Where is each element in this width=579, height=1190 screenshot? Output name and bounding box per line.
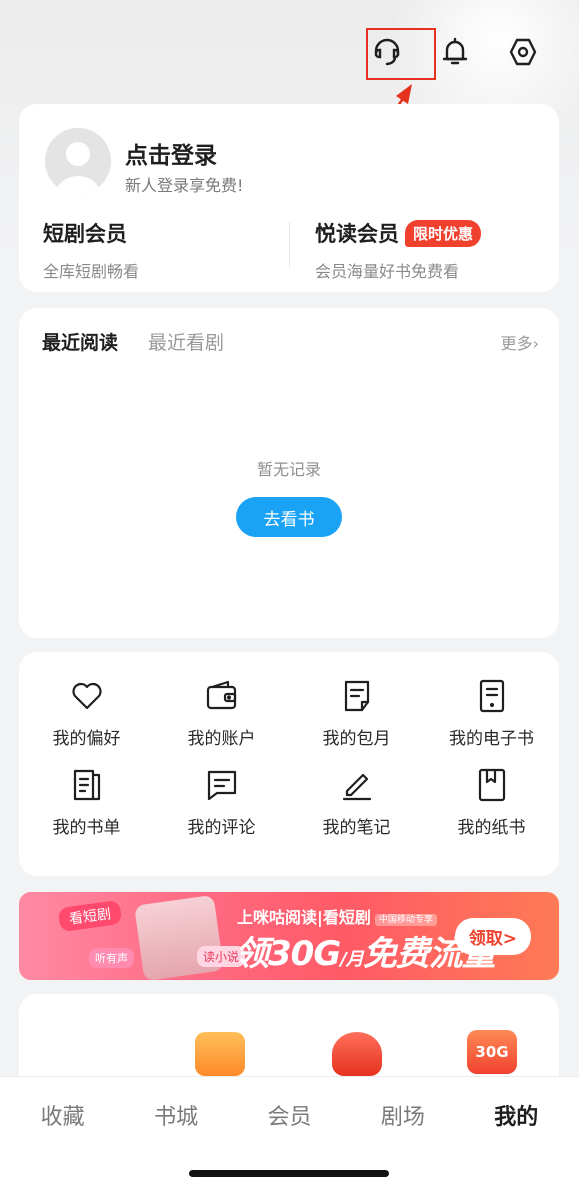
- heart-icon: [71, 682, 102, 710]
- grid-label: 我的电子书: [449, 729, 534, 749]
- banner-photo: [134, 894, 224, 980]
- chevron-right-icon: ›: [532, 334, 539, 353]
- home-indicator[interactable]: [189, 1170, 389, 1177]
- grid-item-comment[interactable]: 我的评论: [154, 767, 289, 838]
- grid-label: 我的书单: [52, 818, 121, 838]
- reading-vip-subtitle: 会员海量好书免费看: [315, 262, 460, 281]
- user-card: 点击登录 新人登录享免费! 短剧会员 全库短剧畅看 悦读会员 限时优惠 会员海量…: [19, 104, 559, 292]
- tab-recent-reading[interactable]: 最近阅读: [42, 328, 118, 355]
- banner-line1-small: 中国移动专享: [374, 914, 437, 926]
- ebook-icon: [479, 679, 504, 713]
- annotation-highlight-box: [366, 28, 436, 80]
- booklist-icon: [73, 769, 100, 801]
- more-link-label: 更多: [500, 334, 533, 353]
- subscription-icon: [344, 680, 369, 712]
- login-title[interactable]: 点击登录: [125, 136, 217, 170]
- tab-membership[interactable]: 会员: [234, 1099, 344, 1131]
- paper-book-icon: [478, 768, 505, 802]
- grid-item-account[interactable]: 我的账户: [154, 678, 289, 749]
- gift-box-icon[interactable]: [195, 1032, 245, 1076]
- banner-tag-watch: 看短剧: [57, 899, 123, 933]
- grid-label: 我的评论: [187, 818, 256, 838]
- divider: [289, 222, 290, 268]
- grid-label: 我的纸书: [457, 818, 526, 838]
- go-read-button[interactable]: 去看书: [236, 497, 342, 537]
- grid-label: 我的笔记: [322, 818, 391, 838]
- data-coupon-icon[interactable]: 30G: [467, 1030, 517, 1074]
- note-icon: [342, 773, 371, 801]
- tab-recent-watching[interactable]: 最近看剧: [148, 328, 224, 355]
- banner-line2-unit: /月: [340, 949, 364, 970]
- grid-item-booklist[interactable]: 我的书单: [19, 767, 154, 838]
- more-link[interactable]: 更多›: [501, 330, 539, 354]
- short-drama-vip-subtitle: 全库短剧畅看: [43, 262, 140, 281]
- promo-banner[interactable]: 看短剧 听有声 读小说 上咪咕阅读|看短剧 中国移动专享 领30G/月免费流量 领…: [19, 892, 559, 980]
- tab-mine[interactable]: 我的: [461, 1099, 571, 1131]
- grid-label: 我的账户: [187, 729, 256, 749]
- tab-theater[interactable]: 剧场: [348, 1099, 458, 1131]
- grid-label: 我的包月: [322, 729, 391, 749]
- avatar[interactable]: [45, 128, 111, 194]
- short-drama-vip[interactable]: 短剧会员 全库短剧畅看: [43, 218, 139, 282]
- tab-favorites[interactable]: 收藏: [8, 1099, 118, 1131]
- grid-item-preference[interactable]: 我的偏好: [19, 678, 154, 749]
- grid-item-ebook[interactable]: 我的电子书: [424, 678, 559, 749]
- banner-line2-a: 领30G: [235, 934, 341, 974]
- wallet-icon: [206, 680, 236, 710]
- grid-item-note[interactable]: 我的笔记: [289, 767, 424, 838]
- comment-icon: [207, 770, 236, 801]
- red-envelope-icon[interactable]: [332, 1032, 382, 1076]
- grid-label: 我的偏好: [52, 729, 121, 749]
- banner-line1: 上咪咕阅读|看短剧: [237, 908, 371, 927]
- reading-vip[interactable]: 悦读会员 限时优惠 会员海量好书免费看: [315, 218, 482, 282]
- grid-item-subscription[interactable]: 我的包月: [289, 678, 424, 749]
- promo-badge: 限时优惠: [405, 219, 482, 247]
- tab-bookstore[interactable]: 书城: [121, 1099, 231, 1131]
- feature-grid-card: 我的偏好 我的账户 我的包月 我的电子书 我的书单 我的评论 我的笔记 我的纸书: [19, 652, 559, 876]
- grid-item-paper-book[interactable]: 我的纸书: [424, 767, 559, 838]
- settings-icon[interactable]: [489, 26, 557, 78]
- empty-state-text: 暂无记录: [256, 460, 321, 479]
- short-drama-vip-title: 短剧会员: [43, 222, 127, 246]
- recent-card: 最近阅读 最近看剧 更多› 暂无记录 去看书: [19, 308, 559, 638]
- banner-claim-button[interactable]: 领取>: [454, 918, 531, 955]
- banner-tag-listen: 听有声: [89, 948, 134, 968]
- login-subtitle: 新人登录享免费!: [125, 176, 244, 195]
- reading-vip-title: 悦读会员: [315, 222, 399, 246]
